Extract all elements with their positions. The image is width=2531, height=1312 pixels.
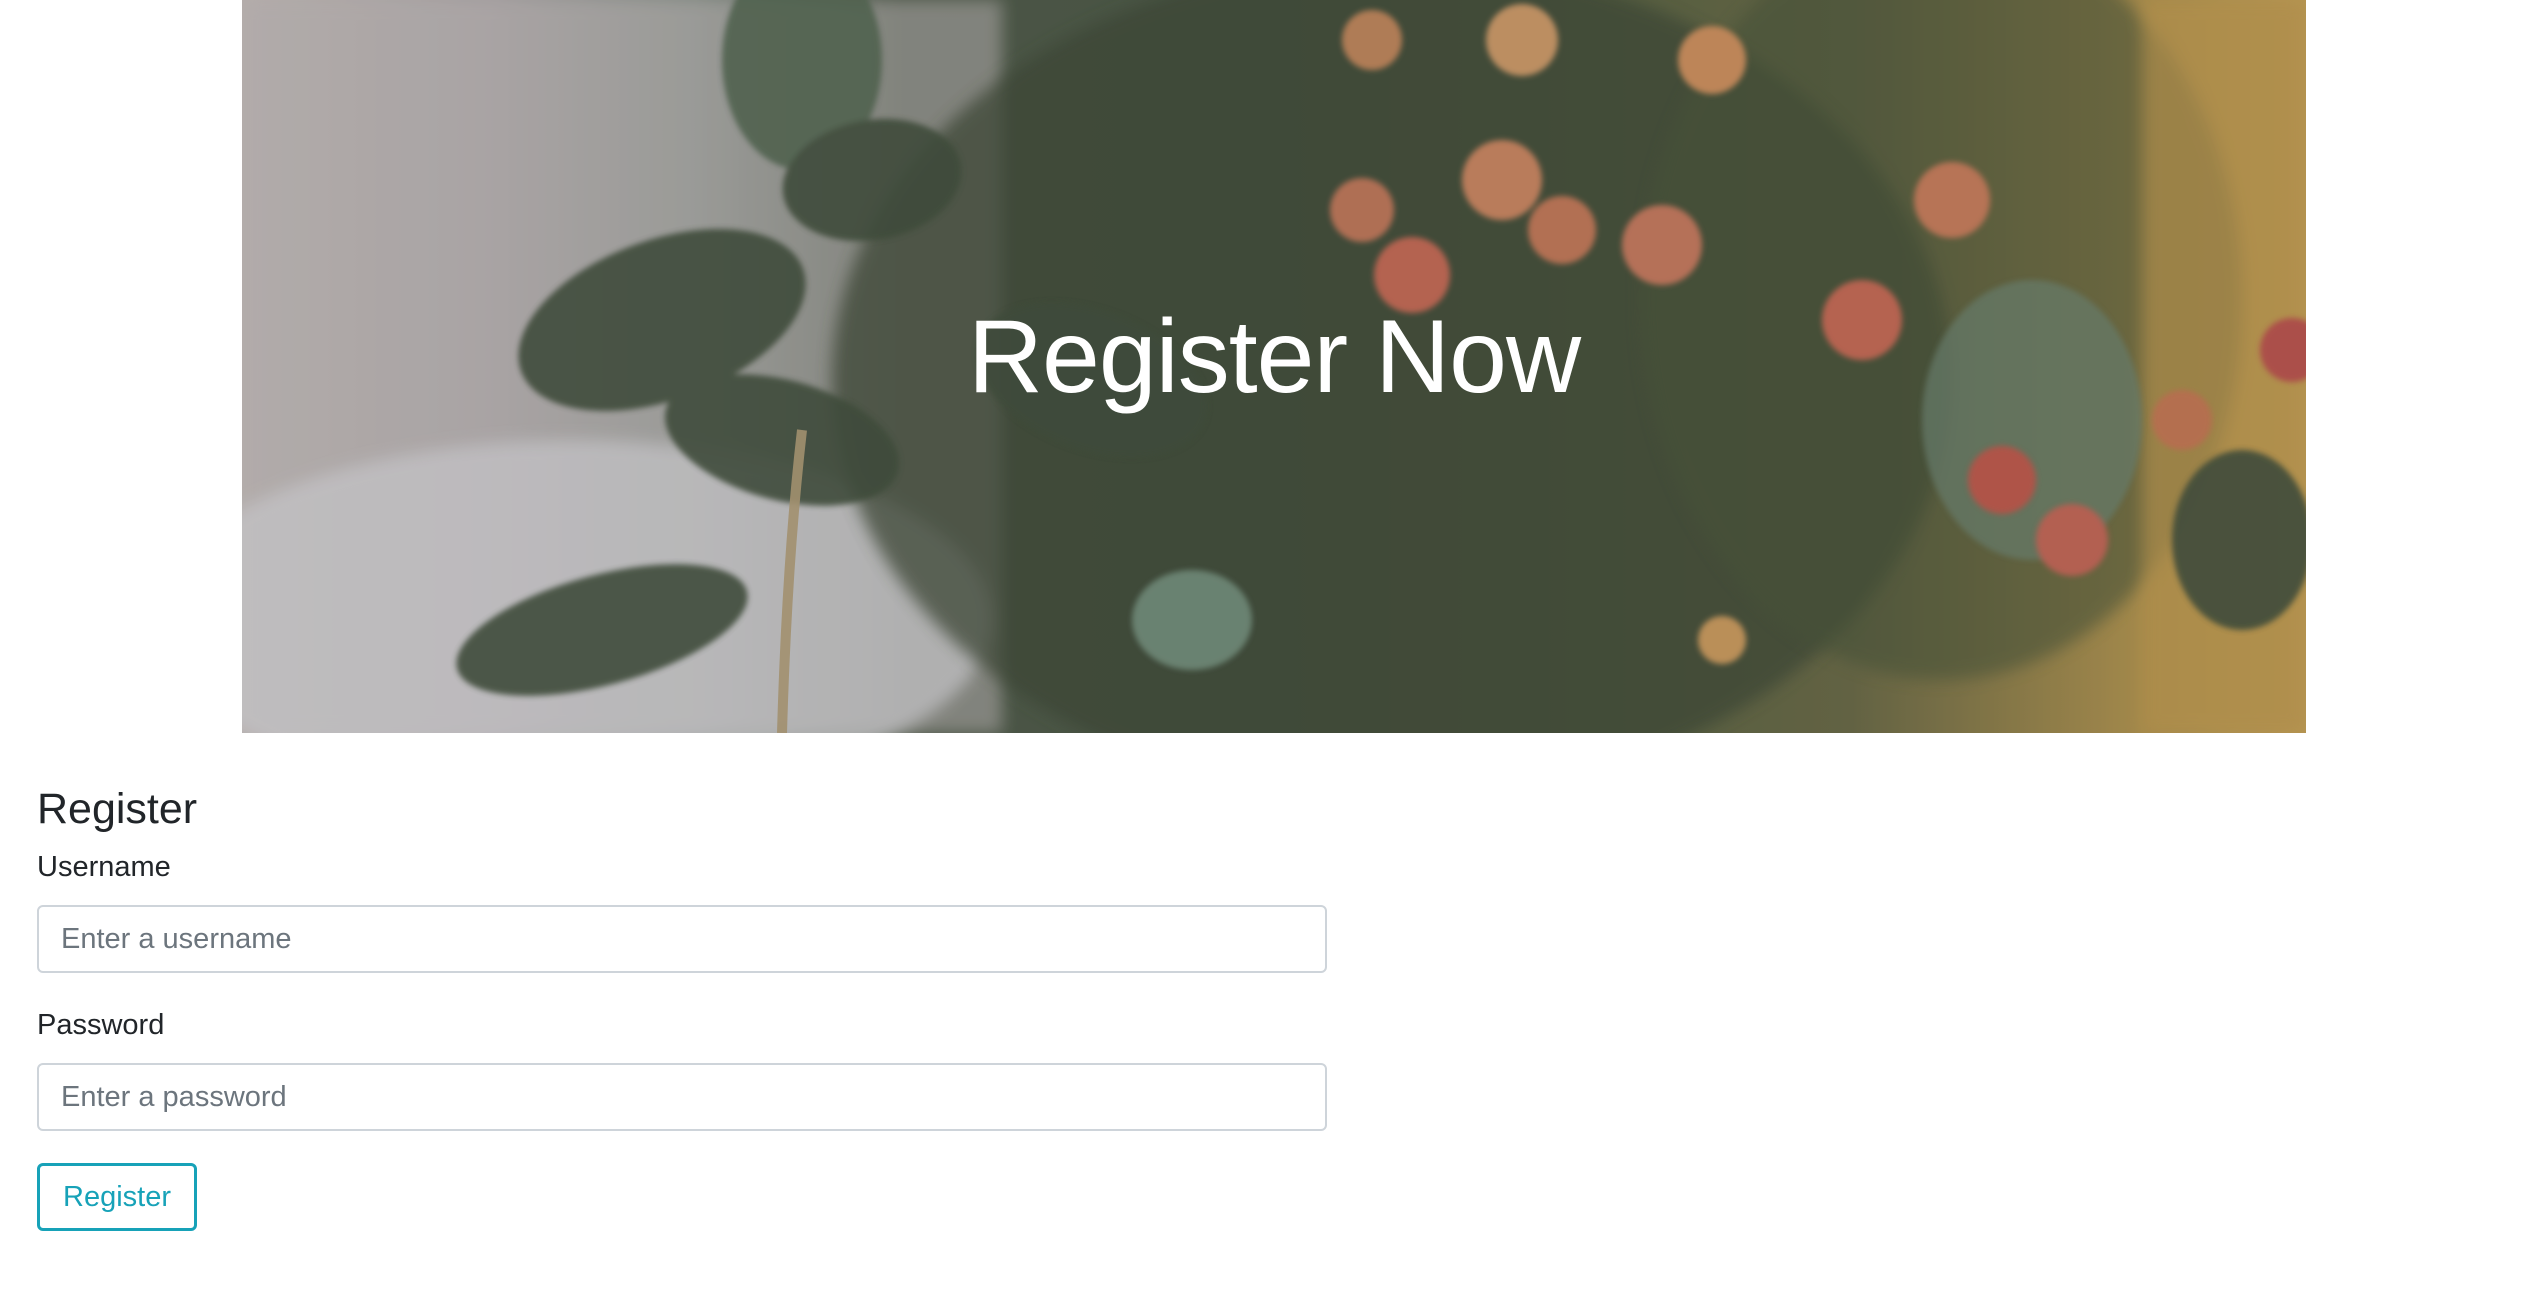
- register-button[interactable]: Register: [37, 1163, 197, 1231]
- username-label: Username: [37, 851, 171, 883]
- password-group: Password: [37, 1005, 1327, 1131]
- username-input[interactable]: [37, 905, 1327, 973]
- hero-title: Register Now: [967, 299, 1581, 415]
- form-heading: Register: [37, 785, 198, 833]
- username-group: Username: [37, 847, 1327, 973]
- hero-banner: Register Now: [242, 0, 2306, 733]
- password-input[interactable]: [37, 1063, 1327, 1131]
- password-label: Password: [37, 1009, 165, 1041]
- register-form: Register Username Password Register: [37, 781, 1327, 1231]
